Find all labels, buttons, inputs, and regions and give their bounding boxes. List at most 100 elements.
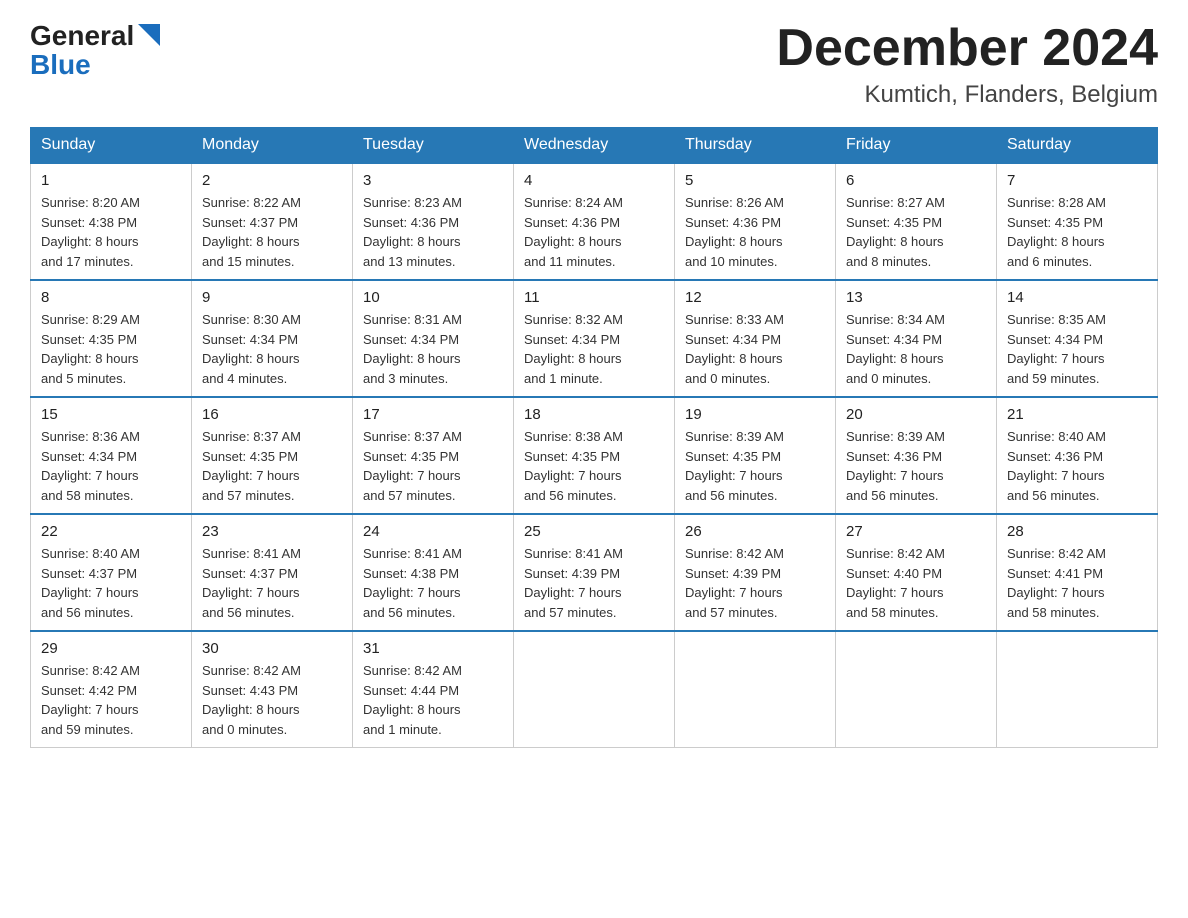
day-cell (836, 631, 997, 748)
day-cell: 5 Sunrise: 8:26 AMSunset: 4:36 PMDaylight… (675, 163, 836, 280)
header-cell-sunday: Sunday (31, 128, 192, 164)
day-info: Sunrise: 8:42 AMSunset: 4:42 PMDaylight:… (41, 661, 181, 739)
day-cell: 30 Sunrise: 8:42 AMSunset: 4:43 PMDayligh… (192, 631, 353, 748)
day-number: 14 (1007, 289, 1147, 306)
day-number: 31 (363, 640, 503, 657)
day-number: 18 (524, 406, 664, 423)
day-number: 5 (685, 172, 825, 189)
day-cell: 23Sunrise: 8:41 AMSunset: 4:37 PMDayligh… (192, 514, 353, 631)
day-cell: 2Sunrise: 8:22 AMSunset: 4:37 PMDaylight… (192, 163, 353, 280)
header-cell-wednesday: Wednesday (514, 128, 675, 164)
day-number: 21 (1007, 406, 1147, 423)
day-cell: 8 Sunrise: 8:29 AMSunset: 4:35 PMDaylight… (31, 280, 192, 397)
logo-blue-text: Blue (30, 51, 91, 79)
day-cell: 10 Sunrise: 8:31 AMSunset: 4:34 PMDayligh… (353, 280, 514, 397)
day-cell: 7 Sunrise: 8:28 AMSunset: 4:35 PMDaylight… (997, 163, 1158, 280)
week-row-1: 1 Sunrise: 8:20 AMSunset: 4:38 PMDaylight… (31, 163, 1158, 280)
day-cell: 4 Sunrise: 8:24 AMSunset: 4:36 PMDaylight… (514, 163, 675, 280)
day-cell (675, 631, 836, 748)
day-cell: 19 Sunrise: 8:39 AMSunset: 4:35 PMDayligh… (675, 397, 836, 514)
day-info: Sunrise: 8:24 AMSunset: 4:36 PMDaylight:… (524, 193, 664, 271)
day-info: Sunrise: 8:34 AMSunset: 4:34 PMDaylight:… (846, 310, 986, 388)
day-info: Sunrise: 8:29 AMSunset: 4:35 PMDaylight:… (41, 310, 181, 388)
day-info: Sunrise: 8:42 AMSunset: 4:40 PMDaylight:… (846, 544, 986, 622)
day-info: Sunrise: 8:42 AMSunset: 4:44 PMDaylight:… (363, 661, 503, 739)
day-number: 17 (363, 406, 503, 423)
day-number: 7 (1007, 172, 1147, 189)
day-info: Sunrise: 8:23 AMSunset: 4:36 PMDaylight:… (363, 193, 503, 271)
day-info: Sunrise: 8:38 AMSunset: 4:35 PMDaylight:… (524, 427, 664, 505)
day-cell: 28 Sunrise: 8:42 AMSunset: 4:41 PMDayligh… (997, 514, 1158, 631)
day-number: 1 (41, 172, 181, 189)
day-cell: 11 Sunrise: 8:32 AMSunset: 4:34 PMDayligh… (514, 280, 675, 397)
header: General Blue December 2024 Kumtich, Flan… (30, 20, 1158, 109)
day-cell (997, 631, 1158, 748)
day-number: 30 (202, 640, 342, 657)
day-cell: 20 Sunrise: 8:39 AMSunset: 4:36 PMDayligh… (836, 397, 997, 514)
header-cell-monday: Monday (192, 128, 353, 164)
month-title: December 2024 (776, 20, 1158, 77)
day-info: Sunrise: 8:31 AMSunset: 4:34 PMDaylight:… (363, 310, 503, 388)
day-info: Sunrise: 8:32 AMSunset: 4:34 PMDaylight:… (524, 310, 664, 388)
day-info: Sunrise: 8:22 AMSunset: 4:37 PMDaylight:… (202, 193, 342, 271)
day-number: 3 (363, 172, 503, 189)
day-info: Sunrise: 8:30 AMSunset: 4:34 PMDaylight:… (202, 310, 342, 388)
day-number: 23 (202, 523, 342, 540)
day-info: Sunrise: 8:28 AMSunset: 4:35 PMDaylight:… (1007, 193, 1147, 271)
day-cell: 16Sunrise: 8:37 AMSunset: 4:35 PMDayligh… (192, 397, 353, 514)
logo: General Blue (30, 20, 160, 79)
day-info: Sunrise: 8:39 AMSunset: 4:35 PMDaylight:… (685, 427, 825, 505)
day-cell: 6 Sunrise: 8:27 AMSunset: 4:35 PMDaylight… (836, 163, 997, 280)
logo-general-text: General (30, 22, 134, 50)
day-number: 19 (685, 406, 825, 423)
day-cell: 14 Sunrise: 8:35 AMSunset: 4:34 PMDayligh… (997, 280, 1158, 397)
title-area: December 2024 Kumtich, Flanders, Belgium (776, 20, 1158, 109)
location-title: Kumtich, Flanders, Belgium (776, 81, 1158, 109)
day-info: Sunrise: 8:37 AMSunset: 4:35 PMDaylight:… (363, 427, 503, 505)
header-cell-friday: Friday (836, 128, 997, 164)
day-info: Sunrise: 8:33 AMSunset: 4:34 PMDaylight:… (685, 310, 825, 388)
day-cell: 18 Sunrise: 8:38 AMSunset: 4:35 PMDayligh… (514, 397, 675, 514)
day-info: Sunrise: 8:40 AMSunset: 4:37 PMDaylight:… (41, 544, 181, 622)
day-number: 24 (363, 523, 503, 540)
day-number: 26 (685, 523, 825, 540)
header-cell-saturday: Saturday (997, 128, 1158, 164)
day-info: Sunrise: 8:42 AMSunset: 4:41 PMDaylight:… (1007, 544, 1147, 622)
day-cell: 1 Sunrise: 8:20 AMSunset: 4:38 PMDaylight… (31, 163, 192, 280)
day-number: 10 (363, 289, 503, 306)
day-number: 11 (524, 289, 664, 306)
day-cell: 17 Sunrise: 8:37 AMSunset: 4:35 PMDayligh… (353, 397, 514, 514)
day-info: Sunrise: 8:42 AMSunset: 4:43 PMDaylight:… (202, 661, 342, 739)
header-row: SundayMondayTuesdayWednesdayThursdayFrid… (31, 128, 1158, 164)
day-info: Sunrise: 8:36 AMSunset: 4:34 PMDaylight:… (41, 427, 181, 505)
day-number: 29 (41, 640, 181, 657)
day-cell: 22Sunrise: 8:40 AMSunset: 4:37 PMDayligh… (31, 514, 192, 631)
day-cell: 27Sunrise: 8:42 AMSunset: 4:40 PMDayligh… (836, 514, 997, 631)
day-cell: 29 Sunrise: 8:42 AMSunset: 4:42 PMDayligh… (31, 631, 192, 748)
day-number: 8 (41, 289, 181, 306)
day-number: 4 (524, 172, 664, 189)
week-row-4: 22Sunrise: 8:40 AMSunset: 4:37 PMDayligh… (31, 514, 1158, 631)
day-info: Sunrise: 8:20 AMSunset: 4:38 PMDaylight:… (41, 193, 181, 271)
day-number: 13 (846, 289, 986, 306)
day-number: 6 (846, 172, 986, 189)
day-cell: 31 Sunrise: 8:42 AMSunset: 4:44 PMDayligh… (353, 631, 514, 748)
day-number: 28 (1007, 523, 1147, 540)
day-info: Sunrise: 8:35 AMSunset: 4:34 PMDaylight:… (1007, 310, 1147, 388)
day-info: Sunrise: 8:26 AMSunset: 4:36 PMDaylight:… (685, 193, 825, 271)
day-number: 20 (846, 406, 986, 423)
day-info: Sunrise: 8:42 AMSunset: 4:39 PMDaylight:… (685, 544, 825, 622)
day-info: Sunrise: 8:41 AMSunset: 4:38 PMDaylight:… (363, 544, 503, 622)
day-number: 9 (202, 289, 342, 306)
day-info: Sunrise: 8:39 AMSunset: 4:36 PMDaylight:… (846, 427, 986, 505)
header-cell-thursday: Thursday (675, 128, 836, 164)
day-number: 25 (524, 523, 664, 540)
day-cell: 12Sunrise: 8:33 AMSunset: 4:34 PMDayligh… (675, 280, 836, 397)
week-row-3: 15Sunrise: 8:36 AMSunset: 4:34 PMDayligh… (31, 397, 1158, 514)
day-number: 16 (202, 406, 342, 423)
calendar-table: SundayMondayTuesdayWednesdayThursdayFrid… (30, 127, 1158, 748)
day-info: Sunrise: 8:27 AMSunset: 4:35 PMDaylight:… (846, 193, 986, 271)
week-row-5: 29 Sunrise: 8:42 AMSunset: 4:42 PMDayligh… (31, 631, 1158, 748)
header-cell-tuesday: Tuesday (353, 128, 514, 164)
day-cell: 13 Sunrise: 8:34 AMSunset: 4:34 PMDayligh… (836, 280, 997, 397)
